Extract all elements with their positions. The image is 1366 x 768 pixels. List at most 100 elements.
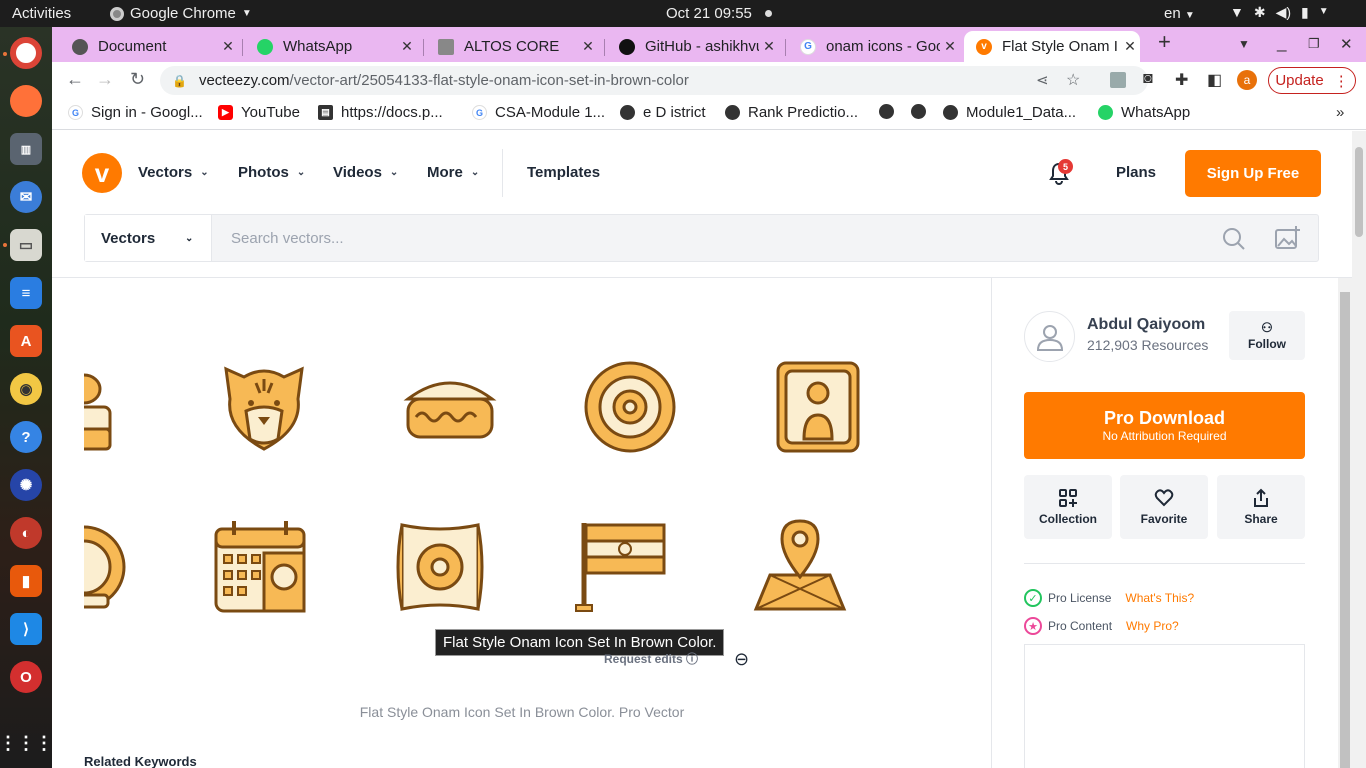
tab-title: Document — [98, 38, 167, 55]
opera-icon[interactable]: O — [10, 661, 42, 693]
vscode-icon[interactable]: ⟩ — [10, 613, 42, 645]
puzzle-icon[interactable]: ✚ — [1175, 70, 1188, 90]
extension-icon[interactable] — [1110, 72, 1126, 88]
nav-videos[interactable]: Videos ⌄ — [333, 164, 398, 181]
activities-button[interactable]: Activities — [12, 5, 71, 22]
tab-document[interactable]: Document ✕ — [60, 31, 238, 62]
files-icon[interactable]: ▭ — [10, 229, 42, 261]
chart-icon — [438, 38, 454, 55]
zoom-out-icon[interactable]: ⊖ — [734, 649, 749, 670]
search-type-select[interactable]: Vectors ⌄ — [85, 215, 212, 261]
favorite-button[interactable]: Favorite — [1120, 475, 1208, 539]
tab-altos-core[interactable]: ALTOS CORE ✕ — [426, 31, 598, 62]
pot-icon — [84, 373, 112, 451]
search-icon[interactable] — [1222, 227, 1246, 251]
tab-vecteezy[interactable]: v Flat Style Onam I ✕ — [964, 31, 1140, 62]
close-icon[interactable]: ✕ — [578, 38, 598, 55]
forward-button[interactable]: → — [96, 69, 114, 90]
extension-icon[interactable]: ◙ — [1143, 70, 1153, 88]
share-icon[interactable]: ⋖ — [1036, 71, 1049, 89]
bookmark-item[interactable]: G CSA-Module 1... — [472, 104, 605, 121]
why-pro-link[interactable]: Why Pro? — [1126, 619, 1179, 633]
writer-icon[interactable]: ≡ — [10, 277, 42, 309]
author-avatar[interactable] — [1024, 311, 1075, 362]
whats-this-link[interactable]: What's This? — [1125, 591, 1194, 605]
tab-google-search[interactable]: G onam icons - Goo ✕ — [788, 31, 960, 62]
bookmark-label: Module1_Data... — [966, 104, 1077, 121]
bookmark-item[interactable]: ▶ YouTube — [218, 104, 300, 121]
vecteezy-logo[interactable]: v — [82, 153, 122, 193]
address-bar[interactable]: 🔒 vecteezy.com/vector-art/25054133-flat-… — [160, 66, 1148, 95]
side-panel-icon[interactable]: ◧ — [1207, 70, 1222, 90]
help-icon[interactable]: ? — [10, 421, 42, 453]
update-button[interactable]: Update ⋮ — [1268, 67, 1356, 94]
bookmark-item[interactable]: e D istrict — [620, 104, 706, 121]
plans-link[interactable]: Plans — [1116, 164, 1156, 181]
app-icon[interactable]: ◐ — [10, 517, 42, 549]
bookmark-item[interactable]: G Sign in - Googl... — [68, 104, 203, 121]
bookmark-item[interactable]: WhatsApp — [1098, 104, 1190, 121]
mixer-icon[interactable]: ▥ — [10, 133, 42, 165]
pro-download-button[interactable]: Pro Download No Attribution Required — [1024, 392, 1305, 459]
minimize-button[interactable]: _ — [1277, 33, 1286, 53]
input-language[interactable]: en ▼ — [1164, 5, 1195, 22]
author-resources: 212,903 Resources — [1087, 337, 1209, 353]
request-edits-button[interactable]: Request edits ⓘ — [604, 650, 698, 667]
preview-image[interactable] — [84, 311, 959, 646]
bookmark-item[interactable] — [911, 104, 926, 119]
app-menu[interactable]: Google Chrome ▼ — [110, 5, 252, 22]
nav-vectors[interactable]: Vectors ⌄ — [138, 164, 209, 181]
reload-button[interactable]: ↻ — [130, 69, 145, 90]
new-tab-button[interactable]: + — [1158, 29, 1171, 55]
thunderbird-icon[interactable]: ✉ — [10, 181, 42, 213]
scrollbar-thumb[interactable] — [1340, 292, 1350, 768]
pro-download-label: Pro Download — [1104, 408, 1225, 428]
rhythmbox-icon[interactable]: ◉ — [10, 373, 42, 405]
collection-button[interactable]: Collection — [1024, 475, 1112, 539]
close-icon[interactable]: ✕ — [940, 38, 960, 55]
maximize-button[interactable]: ❐ — [1308, 36, 1320, 52]
close-icon[interactable]: ✕ — [759, 38, 779, 55]
tab-whatsapp[interactable]: WhatsApp ✕ — [245, 31, 417, 62]
follow-label: Follow — [1248, 337, 1286, 351]
drum-icon — [403, 381, 497, 439]
page-scrollbar[interactable] — [1352, 131, 1366, 768]
bookmark-item[interactable]: ▤ https://docs.p... — [318, 104, 443, 121]
sidebar-scrollbar[interactable] — [1338, 278, 1352, 768]
back-button[interactable]: ← — [66, 69, 84, 90]
author-name[interactable]: Abdul Qaiyoom — [1087, 316, 1205, 334]
tab-github[interactable]: GitHub - ashikhvu ✕ — [607, 31, 779, 62]
more-bookmarks-icon[interactable]: » — [1336, 104, 1344, 121]
bookmark-item[interactable]: Rank Predictio... — [725, 104, 858, 121]
bookmark-item[interactable] — [879, 104, 894, 119]
close-icon[interactable]: ✕ — [397, 38, 417, 55]
bookmark-item[interactable]: Module1_Data... — [943, 104, 1076, 121]
favorite-label: Favorite — [1140, 512, 1188, 526]
tab-search-button[interactable]: ▼ — [1238, 37, 1250, 51]
tab-title: onam icons - Goo — [826, 38, 940, 55]
system-tray[interactable]: ▼ ✱ ◀) ▮ ▼ — [1230, 4, 1329, 21]
url-path: /vector-art/25054133-flat-style-onam-ico… — [289, 72, 689, 89]
bookmark-star-icon[interactable]: ☆ — [1066, 70, 1080, 90]
follow-button[interactable]: ⚇ Follow — [1229, 311, 1305, 360]
close-icon[interactable]: ✕ — [1120, 38, 1140, 55]
share-button[interactable]: Share — [1217, 475, 1305, 539]
close-window-button[interactable]: ✕ — [1340, 35, 1353, 53]
nav-templates[interactable]: Templates — [527, 164, 600, 181]
image-search-icon[interactable] — [1274, 225, 1302, 251]
software-icon[interactable]: A — [10, 325, 42, 357]
clock[interactable]: Oct 21 09:55 — [666, 5, 752, 22]
firefox-icon[interactable] — [10, 85, 42, 117]
close-icon[interactable]: ✕ — [218, 38, 238, 55]
office-icon[interactable]: ▮ — [10, 565, 42, 597]
app-icon[interactable]: ✺ — [10, 469, 42, 501]
chrome-icon[interactable] — [10, 37, 42, 69]
profile-avatar[interactable]: a — [1237, 70, 1257, 90]
search-input[interactable] — [213, 215, 1213, 261]
scrollbar-thumb[interactable] — [1355, 147, 1363, 237]
sign-up-button[interactable]: Sign Up Free — [1185, 150, 1321, 197]
nav-photos[interactable]: Photos ⌄ — [238, 164, 305, 181]
app-grid-icon[interactable]: ⋮⋮⋮ — [0, 727, 53, 759]
pro-content-row: ★ Pro Content Why Pro? — [1024, 617, 1179, 635]
nav-more[interactable]: More ⌄ — [427, 164, 479, 181]
